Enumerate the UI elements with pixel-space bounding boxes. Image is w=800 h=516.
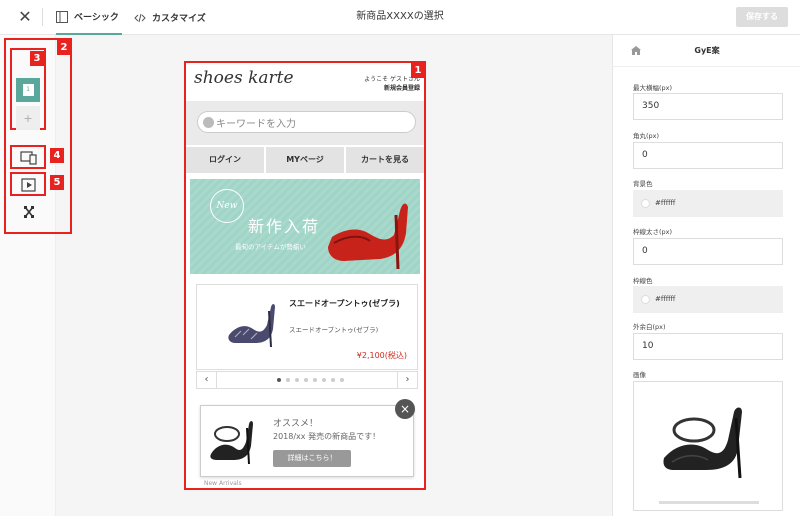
callout-badge-5: 5 [50,175,64,190]
plus-icon: + [23,111,33,125]
field-label-max-width: 最大横幅(px) [633,84,673,92]
callout-frame-1 [184,61,426,490]
panel-title: GyE案 [694,46,720,55]
play-icon[interactable] [20,178,38,192]
page-title: 新商品XXXXの選択 [356,11,444,22]
bg-color-picker[interactable]: #ffffff [633,190,783,217]
callout-badge-3: 3 [30,51,44,66]
image-scrollbar[interactable] [659,501,759,504]
black-shoe-image [663,407,742,479]
bg-color-value: #ffffff [655,199,676,207]
margin-input[interactable]: 10 [633,333,783,360]
field-label-bg-color: 背景色 [633,180,653,188]
layout-icon [56,10,68,23]
field-label-border-width: 枠線太さ(px) [633,228,673,236]
border-color-swatch [641,295,650,304]
toolbar-divider [42,8,43,26]
field-label-margin: 外余白(px) [633,323,666,331]
tab-basic-label: ベーシック [74,13,119,23]
border-width-input[interactable]: 0 [633,238,783,265]
slide-thumbnail[interactable]: 1 [16,78,40,102]
field-label-radius: 角丸(px) [633,132,660,140]
bg-color-swatch [641,199,650,208]
code-icon [134,13,146,22]
slide-thumbnail-label: 1 [22,84,34,96]
callout-badge-1: 1 [411,63,425,78]
expand-icon[interactable] [20,205,38,219]
callout-badge-2: 2 [57,40,71,55]
top-bar: ✕ ベーシック カスタマイズ 新商品XXXXの選択 保存する [0,0,800,35]
field-label-border-color: 枠線色 [633,277,653,285]
max-width-input[interactable]: 350 [633,93,783,120]
border-color-value: #ffffff [655,295,676,303]
add-slide-button[interactable]: + [16,106,40,130]
settings-panel: GyE案 最大横幅(px) 350 角丸(px) 0 背景色 #ffffff 枠… [612,35,800,516]
tab-customize-label: カスタマイズ [152,14,206,24]
border-color-picker[interactable]: #ffffff [633,286,783,313]
panel-header: GyE案 [613,35,800,67]
callout-badge-4: 4 [50,148,64,163]
devices-icon[interactable] [20,151,38,165]
radius-input[interactable]: 0 [633,142,783,169]
close-icon[interactable]: ✕ [16,6,34,28]
image-upload-box[interactable] [633,381,783,511]
tab-basic[interactable]: ベーシック [56,0,122,35]
save-button[interactable]: 保存する [736,7,788,27]
field-label-image: 画像 [633,371,646,379]
tab-customize[interactable]: カスタマイズ [134,0,230,35]
